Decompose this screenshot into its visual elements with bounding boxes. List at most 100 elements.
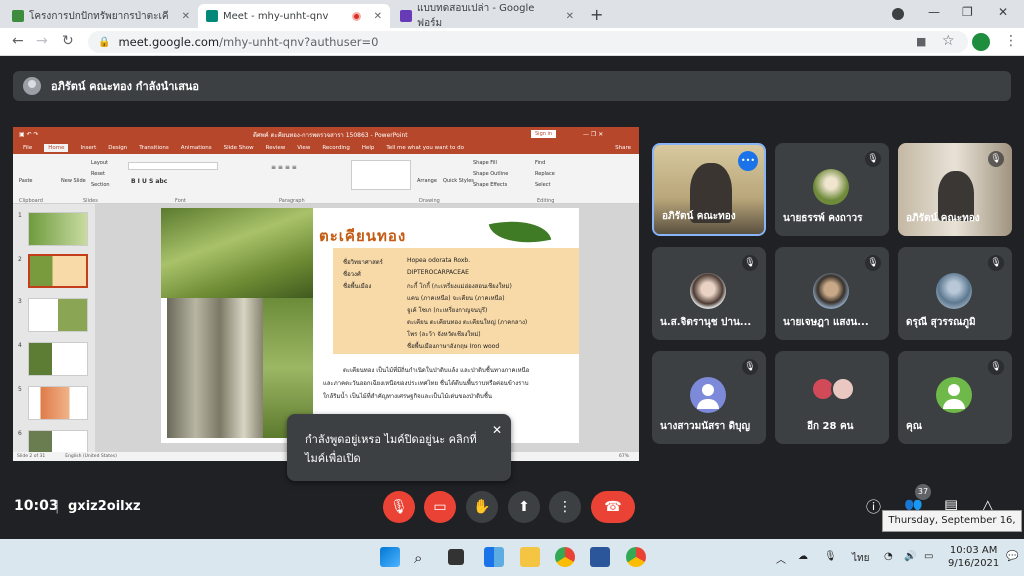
slide-paragraph-line: ใกล้ริมน้ำ เป็นไม้ที่สำคัญทางเศรษฐกิจและ… <box>323 393 493 400</box>
participant-tile[interactable]: 🎙 นางสาวมนัสรา ดิบุญ <box>652 351 766 444</box>
search-icon[interactable]: ⌕ <box>414 549 434 569</box>
participant-tile[interactable]: 🎙 นายธรรพ์ คงถาวร <box>775 143 889 236</box>
taskbar-clock[interactable]: 10:03 AM 9/16/2021 <box>948 544 999 570</box>
ppt-signin-button: Sign in <box>531 130 557 138</box>
profile-dropdown-icon[interactable] <box>892 8 904 20</box>
leave-call-button[interactable]: ☎ <box>591 491 635 523</box>
ppt-menu-home: Home <box>44 144 69 152</box>
participant-avatar <box>936 273 972 309</box>
profile-avatar-icon[interactable] <box>972 33 990 51</box>
url-path: /mhy-unht-qnv?authuser=0 <box>219 35 379 49</box>
forms-icon <box>400 10 412 22</box>
close-icon[interactable]: ✕ <box>492 421 502 440</box>
date-tooltip: Thursday, September 16, 2021 <box>882 510 1022 546</box>
close-tab-icon[interactable]: ✕ <box>566 11 574 22</box>
back-icon[interactable]: ← <box>12 33 24 49</box>
slide-paragraph-line: ตะเคียนทอง เป็นไม้ที่มีถิ่นกำเนิดในป่าดิ… <box>343 367 530 374</box>
close-window-icon[interactable]: ✕ <box>998 5 1008 19</box>
chrome-icon[interactable] <box>555 547 575 567</box>
clock-date: 9/16/2021 <box>948 558 1000 569</box>
restore-icon[interactable]: ❐ <box>962 5 973 19</box>
tray-chevron-icon[interactable]: ︿ <box>776 551 786 566</box>
participant-name: น.ส.จิตรานุช ปาน... <box>660 317 752 328</box>
new-tab-icon[interactable]: + <box>590 5 603 24</box>
file-explorer-icon[interactable] <box>520 547 540 567</box>
ppt-shape-effects: Shape Effects <box>473 182 508 188</box>
browser-tab-2[interactable]: Meet - mhy-unht-qnv ✕ <box>198 4 390 28</box>
participant-avatar <box>813 169 849 205</box>
url-host: meet.google.com <box>118 35 220 49</box>
ppt-select: Select <box>535 182 551 188</box>
raise-hand-button[interactable]: ✋ <box>466 491 498 523</box>
task-view-icon[interactable] <box>448 549 464 565</box>
participant-tile[interactable]: ••• อภิรัตน์ คณะทอง <box>652 143 766 236</box>
close-tab-icon[interactable]: ✕ <box>182 11 190 22</box>
url-field[interactable]: 🔒 meet.google.com/mhy-unht-qnv?authuser=… <box>88 31 968 53</box>
ppt-quick-styles: Quick Styles <box>443 178 474 184</box>
close-tab-icon[interactable]: ✕ <box>374 11 382 22</box>
forward-icon[interactable]: → <box>36 33 48 49</box>
clock-time: 10:03 AM <box>949 545 998 556</box>
word-icon[interactable] <box>590 547 610 567</box>
info-icon[interactable]: ⓘ <box>866 496 881 517</box>
present-button[interactable]: ⬆ <box>508 491 540 523</box>
participant-tile[interactable]: 🎙 ดรุณี สุวรรณภูมิ <box>898 247 1012 340</box>
recording-icon <box>351 11 361 21</box>
participant-tile[interactable]: 🎙 อภิรัตน์ คณะทอง <box>898 143 1012 236</box>
slide-thumbnail <box>28 342 88 376</box>
more-participants-tile[interactable]: อีก 28 คน <box>775 351 889 444</box>
ppt-window-title: ตีศพค์ ตะคียนทอง-การพตรวจสารา 150863 - P… <box>253 131 408 139</box>
browser-tab-1[interactable]: โครงการปกปักทรัพยากรป่าตะเคียนทอง ✕ <box>4 4 198 28</box>
chrome-icon-2[interactable] <box>626 547 646 567</box>
more-options-button[interactable]: ⋮ <box>549 491 581 523</box>
slide-title: ตะเคียนทอง <box>319 227 407 245</box>
browser-tab-3[interactable]: แบบทดสอบเปล่า - Google ฟอร์ม ✕ <box>392 3 582 29</box>
widgets-icon[interactable] <box>484 547 504 567</box>
info-label: ชื่อวิทยาศาสตร์ <box>343 259 383 266</box>
participant-name: นายธรรพ์ คงถาวร <box>783 213 863 224</box>
shared-screen: ▣ ↶ ↷ ตีศพค์ ตะคียนทอง-การพตรวจสารา 1508… <box>13 127 639 461</box>
slide-leaf-image <box>488 212 552 252</box>
volume-icon[interactable]: 🔊 <box>904 551 916 562</box>
menu-dots-icon[interactable]: ⋮ <box>1004 33 1018 49</box>
slide-thumbnail-selected <box>28 254 88 288</box>
camera-toggle-button[interactable]: ▭ <box>424 491 456 523</box>
thumb-number: 3 <box>18 298 22 305</box>
ppt-ribbon: Paste New Slide Layout Reset Section B I… <box>13 154 639 204</box>
input-language[interactable]: ไทย <box>852 551 869 566</box>
slide-thumbnail <box>28 298 88 332</box>
bookmark-star-icon[interactable]: ☆ <box>942 33 955 49</box>
onedrive-icon[interactable]: ☁ <box>798 551 808 562</box>
tray-mic-icon[interactable]: 🎙 <box>824 551 837 562</box>
ppt-replace: Replace <box>535 171 555 177</box>
slide-photo-trunk <box>167 298 263 438</box>
self-tile[interactable]: 🎙 คุณ <box>898 351 1012 444</box>
ppt-save-icon: ▣ ↶ ↷ <box>19 131 39 138</box>
tooltip-line-2: ไมค์เพื่อเปิด <box>305 452 361 465</box>
reload-icon[interactable]: ↻ <box>62 33 74 49</box>
participant-name: อภิรัตน์ คณะทอง <box>906 213 980 224</box>
mic-toggle-button[interactable]: 🎙 <box>383 491 415 523</box>
mic-off-icon: 🎙 <box>988 151 1004 167</box>
battery-icon[interactable]: ▭ <box>924 551 933 562</box>
meet-icon <box>206 10 218 22</box>
participant-tile[interactable]: 🎙 นายเจษฎา แสงน... <box>775 247 889 340</box>
browser-tab-strip: โครงการปกปักทรัพยากรป่าตะเคียนทอง ✕ Meet… <box>0 0 1024 29</box>
camera-icon[interactable]: ■ <box>916 35 926 48</box>
mic-off-icon: 🎙 <box>865 255 881 271</box>
info-value: กะกี้ โกกี้ (กะเหรี่ยงแม่ฮ่องสอนเชียงใหม… <box>407 283 512 290</box>
start-icon[interactable] <box>380 547 400 567</box>
minimize-icon[interactable]: — <box>928 5 940 19</box>
mic-off-icon: 🎙 <box>988 255 1004 271</box>
participant-name: อภิรัตน์ คณะทอง <box>662 211 736 222</box>
meeting-time: 10:03 <box>14 498 59 514</box>
slide-thumbnail <box>28 212 88 246</box>
slide-info-box: ชื่อวิทยาศาสตร์ Hopea odorata Roxb. ชื่อ… <box>333 248 579 354</box>
wifi-icon[interactable]: ◔ <box>884 551 893 562</box>
tab-title: Meet - mhy-unht-qnv <box>223 10 329 22</box>
ppt-find: Find <box>535 160 546 166</box>
participant-tile[interactable]: 🎙 น.ส.จิตรานุช ปาน... <box>652 247 766 340</box>
notification-icon[interactable]: 💬 <box>1006 551 1018 562</box>
info-value: Hopea odorata Roxb. <box>407 257 471 264</box>
ppt-menu-design: Design <box>108 145 128 151</box>
